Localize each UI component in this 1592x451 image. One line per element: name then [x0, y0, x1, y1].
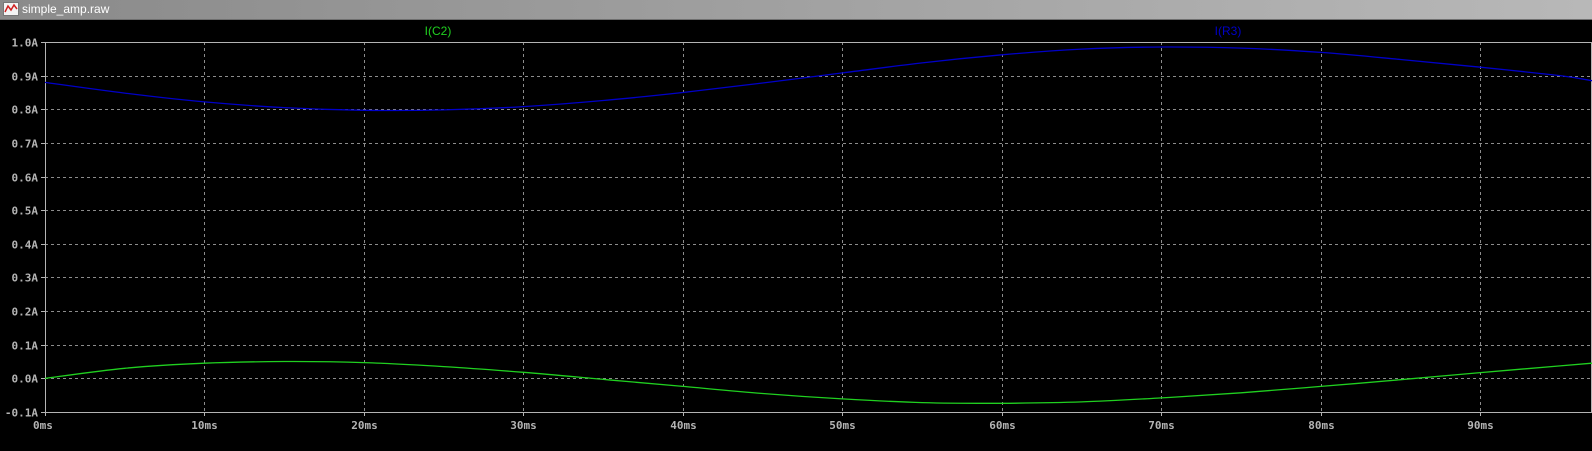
y-tick-label: 0.9A [12, 71, 39, 84]
y-tick-label: 0.7A [12, 138, 39, 151]
x-tick-label: 20ms [351, 419, 378, 432]
y-tick-label: -0.1A [5, 407, 38, 420]
y-tick-label: 0.8A [12, 104, 39, 117]
y-tick-label: 0.2A [12, 306, 39, 319]
waveform-chart[interactable]: 1.0A 0.9A 0.8A 0.7A 0.6A 0.5A 0.4A 0.3A 0.2A 0.1A… [0, 20, 1592, 451]
y-tick-label: 0.5A [12, 205, 39, 218]
window-title-bar[interactable]: simple_amp.raw [0, 0, 1592, 20]
waveform-icon [3, 2, 19, 16]
waveform-viewer-window: simple_amp.raw 1.0A 0.9A 0.8A 0.7A 0.6A 0.5A 0… [0, 0, 1592, 451]
x-tick-label: 30ms [510, 419, 537, 432]
x-tick-label: 40ms [670, 419, 697, 432]
x-tick-label: 60ms [989, 419, 1016, 432]
x-tick-label: 70ms [1148, 419, 1175, 432]
trace-label-i-c2[interactable]: I(C2) [425, 24, 452, 38]
y-tick-label: 0.6A [12, 172, 39, 185]
plot-pane[interactable]: 1.0A 0.9A 0.8A 0.7A 0.6A 0.5A 0.4A 0.3A 0.2A 0.1A… [0, 20, 1592, 451]
plot-frame [45, 42, 1592, 413]
x-tick-label: 80ms [1308, 419, 1335, 432]
x-tick-label: 10ms [191, 419, 218, 432]
y-tick-label: 0.4A [12, 239, 39, 252]
x-tick-label: 90ms [1467, 419, 1494, 432]
y-tick-label: 0.0A [12, 373, 39, 386]
x-tick-label: 50ms [829, 419, 856, 432]
y-tick-label: 1.0A [12, 37, 39, 50]
series-line-i-c2[interactable] [44, 360, 1592, 404]
y-tick-label: 0.1A [12, 340, 39, 353]
y-tick-label: 0.3A [12, 272, 39, 285]
trace-label-i-r3[interactable]: I(R3) [1215, 24, 1242, 38]
x-tick-label: 0ms [33, 419, 53, 432]
series-line-i-r3[interactable] [44, 46, 1592, 112]
window-title: simple_amp.raw [22, 2, 110, 16]
